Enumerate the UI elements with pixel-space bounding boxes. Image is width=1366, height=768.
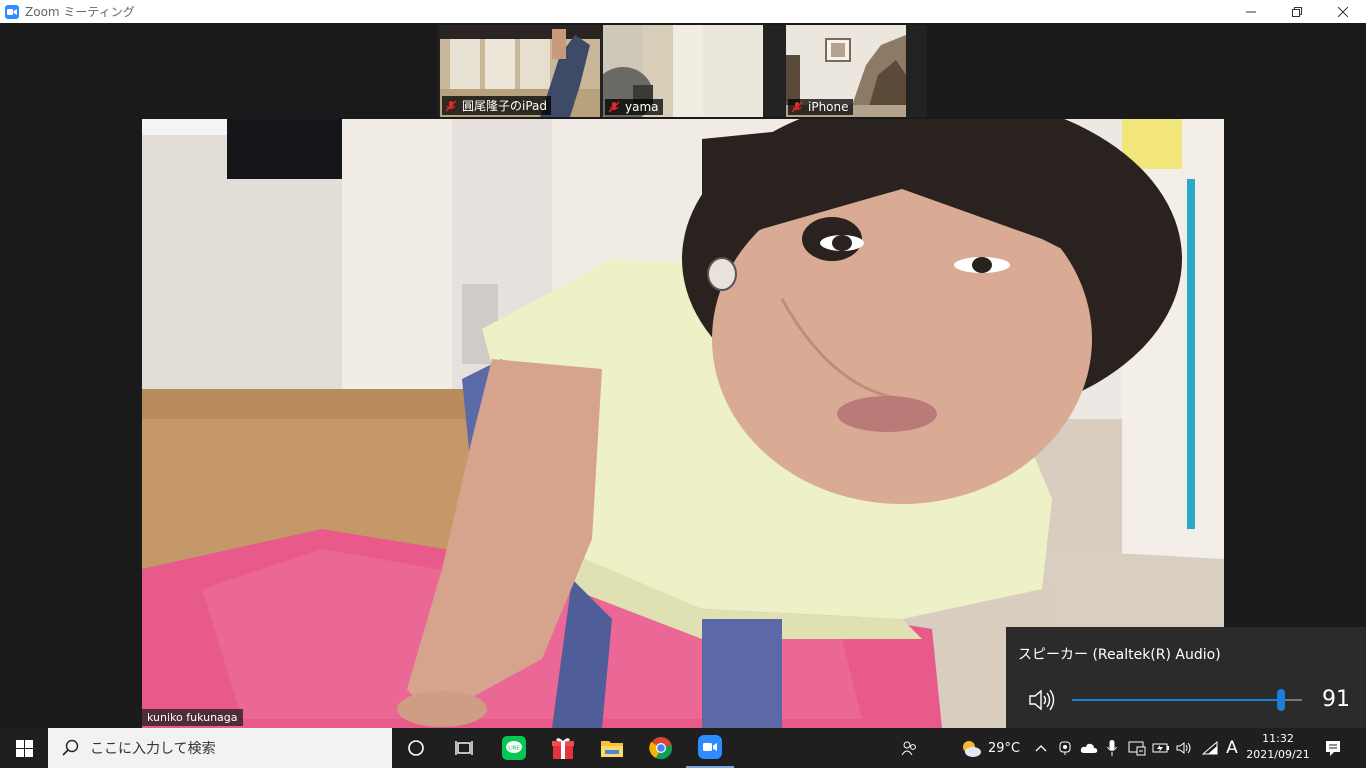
search-icon	[62, 739, 79, 756]
start-button[interactable]	[0, 728, 48, 768]
restore-icon	[1292, 6, 1302, 17]
show-hidden-icons-chevron-icon[interactable]	[1032, 728, 1050, 768]
meeting-area: 圓尾隆子のiPad yama iPhone kuniko fukunaga	[0, 23, 1366, 728]
mic-muted-icon	[791, 101, 803, 113]
participant-strip: 圓尾隆子のiPad yama iPhone	[437, 25, 927, 117]
line-icon[interactable]: LINE	[490, 728, 538, 768]
display-tray-icon[interactable]	[1126, 728, 1148, 768]
volume-flyout: スピーカー (Realtek(R) Audio) 91	[1006, 627, 1366, 728]
volume-slider[interactable]	[1072, 689, 1302, 711]
people-icon[interactable]	[895, 728, 925, 768]
active-speaker-name: kuniko fukunaga	[142, 709, 243, 726]
clock[interactable]: 11:32 2021/09/21	[1243, 731, 1313, 763]
ime-indicator[interactable]: A	[1222, 728, 1242, 768]
speaker-icon[interactable]	[1028, 687, 1056, 713]
wifi-icon[interactable]	[1199, 728, 1221, 768]
clock-date: 2021/09/21	[1246, 748, 1310, 761]
participant-thumbnail[interactable]: 圓尾隆子のiPad	[440, 25, 600, 117]
search-placeholder: ここに入力して検索	[90, 741, 216, 757]
svg-text:LINE: LINE	[508, 746, 519, 752]
camera-tray-icon[interactable]	[1055, 728, 1075, 768]
volume-value: 91	[1322, 687, 1350, 712]
task-view-icon[interactable]	[440, 728, 488, 768]
cortana-icon[interactable]	[392, 728, 440, 768]
zoom-icon[interactable]	[686, 728, 734, 768]
notification-icon[interactable]	[1318, 728, 1348, 768]
volume-slider-thumb[interactable]	[1277, 689, 1286, 711]
restore-button[interactable]	[1274, 0, 1320, 23]
mic-muted-icon	[608, 101, 620, 113]
minimize-button[interactable]	[1228, 0, 1274, 23]
weather-icon	[962, 741, 981, 757]
window-title: Zoom ミーティング	[25, 5, 135, 19]
participant-thumbnail[interactable]: iPhone	[786, 25, 906, 117]
participant-name: yama	[625, 100, 659, 114]
volume-tray-icon[interactable]	[1174, 728, 1196, 768]
file-explorer-icon[interactable]	[588, 728, 636, 768]
volume-slider-fill	[1072, 699, 1282, 701]
audio-device-name[interactable]: スピーカー (Realtek(R) Audio)	[1018, 644, 1221, 664]
taskbar: ここに入力して検索 LINE 29°C A 11:32 2021/09/21	[0, 728, 1366, 768]
battery-icon[interactable]	[1150, 728, 1172, 768]
participant-name: 圓尾隆子のiPad	[462, 99, 548, 113]
weather-temp: 29°C	[987, 740, 1021, 756]
close-button[interactable]	[1320, 0, 1366, 23]
participant-name: iPhone	[808, 100, 849, 114]
onedrive-icon[interactable]	[1078, 728, 1100, 768]
microphone-icon[interactable]	[1103, 728, 1121, 768]
mic-muted-icon	[445, 99, 457, 112]
windows-icon	[15, 739, 33, 757]
close-icon	[1338, 6, 1348, 17]
taskbar-search[interactable]: ここに入力して検索	[48, 728, 392, 768]
title-bar: Zoom ミーティング	[0, 0, 1366, 23]
participant-thumbnail[interactable]: yama	[603, 25, 763, 117]
weather-widget[interactable]: 29°C	[955, 728, 1025, 768]
chrome-icon[interactable]	[637, 728, 685, 768]
minimize-icon	[1246, 11, 1256, 12]
zoom-app-icon	[5, 4, 19, 19]
clock-time: 11:32	[1262, 732, 1294, 745]
gift-icon[interactable]	[539, 728, 587, 768]
